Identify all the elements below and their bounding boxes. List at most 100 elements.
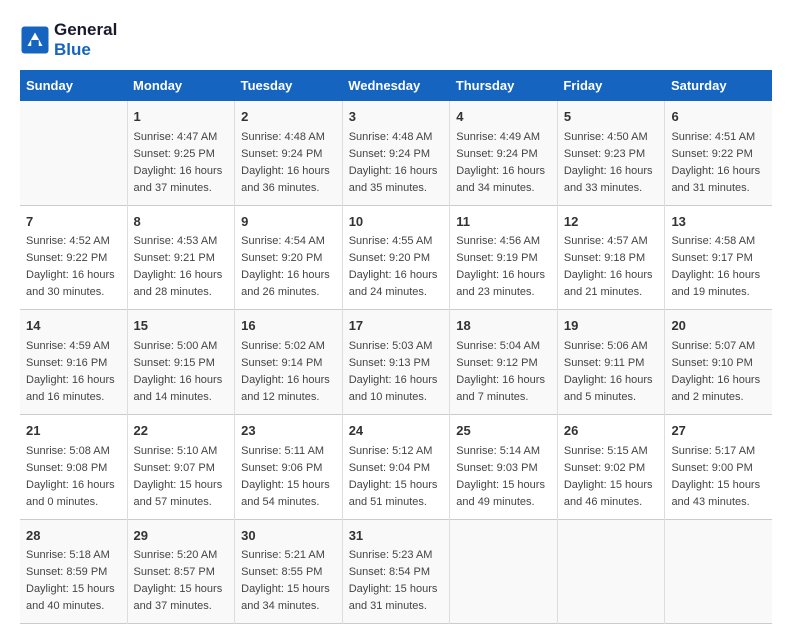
calendar-cell: 13Sunrise: 4:58 AM Sunset: 9:17 PM Dayli… bbox=[665, 205, 772, 310]
calendar-cell: 8Sunrise: 4:53 AM Sunset: 9:21 PM Daylig… bbox=[127, 205, 235, 310]
calendar-cell: 19Sunrise: 5:06 AM Sunset: 9:11 PM Dayli… bbox=[557, 310, 665, 415]
day-number: 1 bbox=[134, 107, 229, 127]
cell-info: Sunrise: 5:03 AM Sunset: 9:13 PM Dayligh… bbox=[349, 338, 444, 406]
cell-info: Sunrise: 5:14 AM Sunset: 9:03 PM Dayligh… bbox=[456, 443, 551, 511]
col-header-tuesday: Tuesday bbox=[235, 70, 343, 101]
day-number: 29 bbox=[134, 526, 229, 546]
calendar-cell: 22Sunrise: 5:10 AM Sunset: 9:07 PM Dayli… bbox=[127, 415, 235, 520]
cell-info: Sunrise: 5:11 AM Sunset: 9:06 PM Dayligh… bbox=[241, 443, 336, 511]
calendar-cell: 5Sunrise: 4:50 AM Sunset: 9:23 PM Daylig… bbox=[557, 101, 665, 205]
calendar-cell: 1Sunrise: 4:47 AM Sunset: 9:25 PM Daylig… bbox=[127, 101, 235, 205]
week-row-2: 7Sunrise: 4:52 AM Sunset: 9:22 PM Daylig… bbox=[20, 205, 772, 310]
cell-info: Sunrise: 4:48 AM Sunset: 9:24 PM Dayligh… bbox=[241, 129, 336, 197]
col-header-thursday: Thursday bbox=[450, 70, 558, 101]
day-number: 21 bbox=[26, 421, 121, 441]
day-number: 6 bbox=[671, 107, 766, 127]
day-number: 25 bbox=[456, 421, 551, 441]
calendar-cell: 25Sunrise: 5:14 AM Sunset: 9:03 PM Dayli… bbox=[450, 415, 558, 520]
logo-icon bbox=[20, 25, 50, 55]
day-number: 11 bbox=[456, 212, 551, 232]
calendar-cell: 21Sunrise: 5:08 AM Sunset: 9:08 PM Dayli… bbox=[20, 415, 127, 520]
day-number: 7 bbox=[26, 212, 121, 232]
day-number: 16 bbox=[241, 316, 336, 336]
cell-info: Sunrise: 4:55 AM Sunset: 9:20 PM Dayligh… bbox=[349, 233, 444, 301]
cell-info: Sunrise: 5:17 AM Sunset: 9:00 PM Dayligh… bbox=[671, 443, 766, 511]
day-number: 30 bbox=[241, 526, 336, 546]
day-number: 8 bbox=[134, 212, 229, 232]
cell-info: Sunrise: 4:59 AM Sunset: 9:16 PM Dayligh… bbox=[26, 338, 121, 406]
day-number: 18 bbox=[456, 316, 551, 336]
calendar-cell: 10Sunrise: 4:55 AM Sunset: 9:20 PM Dayli… bbox=[342, 205, 450, 310]
calendar-cell bbox=[450, 519, 558, 624]
col-header-monday: Monday bbox=[127, 70, 235, 101]
calendar-cell: 2Sunrise: 4:48 AM Sunset: 9:24 PM Daylig… bbox=[235, 101, 343, 205]
day-number: 4 bbox=[456, 107, 551, 127]
cell-info: Sunrise: 4:51 AM Sunset: 9:22 PM Dayligh… bbox=[671, 129, 766, 197]
col-header-wednesday: Wednesday bbox=[342, 70, 450, 101]
cell-info: Sunrise: 4:49 AM Sunset: 9:24 PM Dayligh… bbox=[456, 129, 551, 197]
day-number: 5 bbox=[564, 107, 659, 127]
cell-info: Sunrise: 5:23 AM Sunset: 8:54 PM Dayligh… bbox=[349, 547, 444, 615]
day-number: 12 bbox=[564, 212, 659, 232]
calendar-cell: 26Sunrise: 5:15 AM Sunset: 9:02 PM Dayli… bbox=[557, 415, 665, 520]
day-number: 28 bbox=[26, 526, 121, 546]
calendar-cell: 12Sunrise: 4:57 AM Sunset: 9:18 PM Dayli… bbox=[557, 205, 665, 310]
day-number: 20 bbox=[671, 316, 766, 336]
day-number: 19 bbox=[564, 316, 659, 336]
day-number: 3 bbox=[349, 107, 444, 127]
calendar-cell: 3Sunrise: 4:48 AM Sunset: 9:24 PM Daylig… bbox=[342, 101, 450, 205]
calendar-cell: 29Sunrise: 5:20 AM Sunset: 8:57 PM Dayli… bbox=[127, 519, 235, 624]
cell-info: Sunrise: 5:08 AM Sunset: 9:08 PM Dayligh… bbox=[26, 443, 121, 511]
col-header-sunday: Sunday bbox=[20, 70, 127, 101]
cell-info: Sunrise: 5:02 AM Sunset: 9:14 PM Dayligh… bbox=[241, 338, 336, 406]
calendar-cell: 16Sunrise: 5:02 AM Sunset: 9:14 PM Dayli… bbox=[235, 310, 343, 415]
page-header: General Blue bbox=[20, 20, 772, 60]
week-row-5: 28Sunrise: 5:18 AM Sunset: 8:59 PM Dayli… bbox=[20, 519, 772, 624]
week-row-3: 14Sunrise: 4:59 AM Sunset: 9:16 PM Dayli… bbox=[20, 310, 772, 415]
calendar-cell: 28Sunrise: 5:18 AM Sunset: 8:59 PM Dayli… bbox=[20, 519, 127, 624]
cell-info: Sunrise: 5:04 AM Sunset: 9:12 PM Dayligh… bbox=[456, 338, 551, 406]
cell-info: Sunrise: 5:06 AM Sunset: 9:11 PM Dayligh… bbox=[564, 338, 659, 406]
cell-info: Sunrise: 5:15 AM Sunset: 9:02 PM Dayligh… bbox=[564, 443, 659, 511]
cell-info: Sunrise: 5:00 AM Sunset: 9:15 PM Dayligh… bbox=[134, 338, 229, 406]
calendar-cell: 18Sunrise: 5:04 AM Sunset: 9:12 PM Dayli… bbox=[450, 310, 558, 415]
calendar-cell: 17Sunrise: 5:03 AM Sunset: 9:13 PM Dayli… bbox=[342, 310, 450, 415]
calendar-cell bbox=[665, 519, 772, 624]
calendar-cell: 15Sunrise: 5:00 AM Sunset: 9:15 PM Dayli… bbox=[127, 310, 235, 415]
calendar-cell: 31Sunrise: 5:23 AM Sunset: 8:54 PM Dayli… bbox=[342, 519, 450, 624]
calendar-cell: 27Sunrise: 5:17 AM Sunset: 9:00 PM Dayli… bbox=[665, 415, 772, 520]
cell-info: Sunrise: 4:56 AM Sunset: 9:19 PM Dayligh… bbox=[456, 233, 551, 301]
logo: General Blue bbox=[20, 20, 117, 60]
calendar-cell: 4Sunrise: 4:49 AM Sunset: 9:24 PM Daylig… bbox=[450, 101, 558, 205]
day-number: 2 bbox=[241, 107, 336, 127]
cell-info: Sunrise: 4:52 AM Sunset: 9:22 PM Dayligh… bbox=[26, 233, 121, 301]
calendar-cell: 23Sunrise: 5:11 AM Sunset: 9:06 PM Dayli… bbox=[235, 415, 343, 520]
cell-info: Sunrise: 4:53 AM Sunset: 9:21 PM Dayligh… bbox=[134, 233, 229, 301]
calendar-cell: 11Sunrise: 4:56 AM Sunset: 9:19 PM Dayli… bbox=[450, 205, 558, 310]
day-number: 15 bbox=[134, 316, 229, 336]
cell-info: Sunrise: 4:57 AM Sunset: 9:18 PM Dayligh… bbox=[564, 233, 659, 301]
day-number: 26 bbox=[564, 421, 659, 441]
calendar-cell: 6Sunrise: 4:51 AM Sunset: 9:22 PM Daylig… bbox=[665, 101, 772, 205]
col-header-friday: Friday bbox=[557, 70, 665, 101]
cell-info: Sunrise: 4:48 AM Sunset: 9:24 PM Dayligh… bbox=[349, 129, 444, 197]
cell-info: Sunrise: 4:50 AM Sunset: 9:23 PM Dayligh… bbox=[564, 129, 659, 197]
cell-info: Sunrise: 5:12 AM Sunset: 9:04 PM Dayligh… bbox=[349, 443, 444, 511]
week-row-1: 1Sunrise: 4:47 AM Sunset: 9:25 PM Daylig… bbox=[20, 101, 772, 205]
calendar-cell: 24Sunrise: 5:12 AM Sunset: 9:04 PM Dayli… bbox=[342, 415, 450, 520]
day-number: 22 bbox=[134, 421, 229, 441]
day-number: 24 bbox=[349, 421, 444, 441]
cell-info: Sunrise: 4:47 AM Sunset: 9:25 PM Dayligh… bbox=[134, 129, 229, 197]
day-number: 13 bbox=[671, 212, 766, 232]
calendar-cell: 20Sunrise: 5:07 AM Sunset: 9:10 PM Dayli… bbox=[665, 310, 772, 415]
logo-text: General Blue bbox=[54, 20, 117, 60]
calendar-cell bbox=[557, 519, 665, 624]
day-number: 17 bbox=[349, 316, 444, 336]
cell-info: Sunrise: 5:20 AM Sunset: 8:57 PM Dayligh… bbox=[134, 547, 229, 615]
calendar-cell: 30Sunrise: 5:21 AM Sunset: 8:55 PM Dayli… bbox=[235, 519, 343, 624]
day-number: 10 bbox=[349, 212, 444, 232]
calendar-cell: 7Sunrise: 4:52 AM Sunset: 9:22 PM Daylig… bbox=[20, 205, 127, 310]
col-header-saturday: Saturday bbox=[665, 70, 772, 101]
day-number: 31 bbox=[349, 526, 444, 546]
day-number: 9 bbox=[241, 212, 336, 232]
